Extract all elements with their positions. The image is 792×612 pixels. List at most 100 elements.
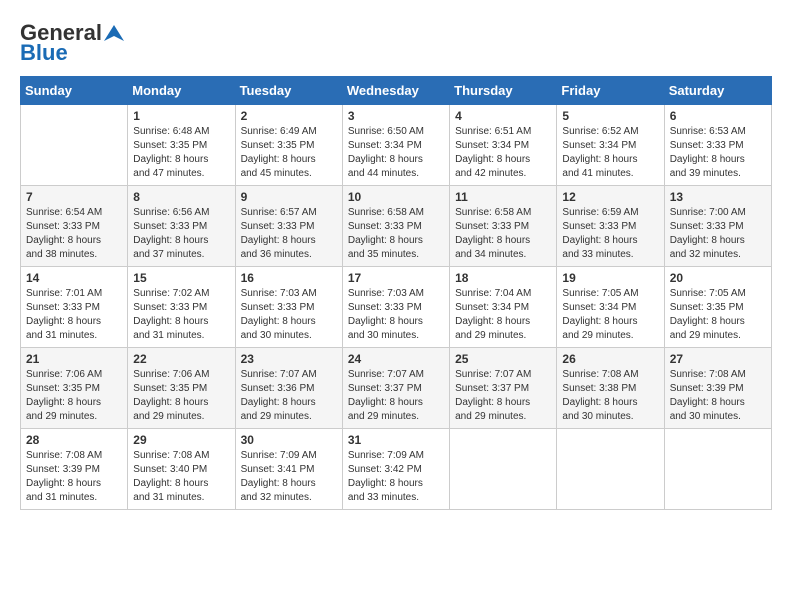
day-info: Sunrise: 7:03 AM Sunset: 3:33 PM Dayligh… [348,287,444,343]
day-info: Sunrise: 6:51 AM Sunset: 3:34 PM Dayligh… [455,125,551,181]
calendar-day-18: 18 Sunrise: 7:04 AM Sunset: 3:34 PM Dayli… [450,267,557,348]
day-number: 5 [562,109,658,123]
calendar-day-14: 14 Sunrise: 7:01 AM Sunset: 3:33 PM Dayli… [21,267,128,348]
day-number: 13 [670,190,766,204]
day-number: 16 [241,271,337,285]
calendar-day-24: 24Sunrise: 7:07 AM Sunset: 3:37 PM Dayli… [342,348,449,429]
day-number: 10 [348,190,444,204]
day-number: 27 [670,352,766,366]
day-info: Sunrise: 7:09 AM Sunset: 3:41 PM Dayligh… [241,449,337,505]
weekday-header-wednesday: Wednesday [342,77,449,105]
day-info: Sunrise: 7:05 AM Sunset: 3:35 PM Dayligh… [670,287,766,343]
calendar-day-1: 1 Sunrise: 6:48 AM Sunset: 3:35 PM Daylig… [128,105,235,186]
day-info: Sunrise: 7:08 AM Sunset: 3:39 PM Dayligh… [670,368,766,424]
day-info: Sunrise: 7:00 AM Sunset: 3:33 PM Dayligh… [670,206,766,262]
day-info: Sunrise: 7:09 AM Sunset: 3:42 PM Dayligh… [348,449,444,505]
calendar-day-23: 23 Sunrise: 7:07 AM Sunset: 3:36 PM Dayli… [235,348,342,429]
day-number: 1 [133,109,229,123]
calendar-day-2: 2 Sunrise: 6:49 AM Sunset: 3:35 PM Daylig… [235,105,342,186]
calendar-day-27: 27 Sunrise: 7:08 AM Sunset: 3:39 PM Dayli… [664,348,771,429]
weekday-header-saturday: Saturday [664,77,771,105]
calendar-header-row: SundayMondayTuesdayWednesdayThursdayFrid… [21,77,772,105]
day-info: Sunrise: 7:08 AM Sunset: 3:38 PM Dayligh… [562,368,658,424]
calendar-week-row: 14 Sunrise: 7:01 AM Sunset: 3:33 PM Dayli… [21,267,772,348]
day-number: 29 [133,433,229,447]
calendar-empty-cell [664,429,771,510]
page-header: General Blue [20,20,772,66]
weekday-header-monday: Monday [128,77,235,105]
day-info: Sunrise: 7:06 AM Sunset: 3:35 PM Dayligh… [26,368,122,424]
day-info: Sunrise: 7:06 AM Sunset: 3:35 PM Dayligh… [133,368,229,424]
day-number: 15 [133,271,229,285]
day-number: 14 [26,271,122,285]
day-info: Sunrise: 6:48 AM Sunset: 3:35 PM Dayligh… [133,125,229,181]
logo-blue-text: Blue [20,40,68,66]
calendar-day-30: 30 Sunrise: 7:09 AM Sunset: 3:41 PM Dayli… [235,429,342,510]
day-number: 23 [241,352,337,366]
day-info: Sunrise: 6:49 AM Sunset: 3:35 PM Dayligh… [241,125,337,181]
day-info: Sunrise: 7:07 AM Sunset: 3:36 PM Dayligh… [241,368,337,424]
calendar-day-22: 22Sunrise: 7:06 AM Sunset: 3:35 PM Dayli… [128,348,235,429]
day-info: Sunrise: 6:52 AM Sunset: 3:34 PM Dayligh… [562,125,658,181]
calendar-day-11: 11 Sunrise: 6:58 AM Sunset: 3:33 PM Dayli… [450,186,557,267]
day-number: 12 [562,190,658,204]
calendar-day-21: 21 Sunrise: 7:06 AM Sunset: 3:35 PM Dayli… [21,348,128,429]
calendar-day-28: 28Sunrise: 7:08 AM Sunset: 3:39 PM Dayli… [21,429,128,510]
day-info: Sunrise: 6:58 AM Sunset: 3:33 PM Dayligh… [348,206,444,262]
calendar-day-19: 19Sunrise: 7:05 AM Sunset: 3:34 PM Dayli… [557,267,664,348]
day-info: Sunrise: 7:02 AM Sunset: 3:33 PM Dayligh… [133,287,229,343]
calendar-day-6: 6Sunrise: 6:53 AM Sunset: 3:33 PM Daylig… [664,105,771,186]
day-number: 25 [455,352,551,366]
day-number: 30 [241,433,337,447]
day-info: Sunrise: 6:59 AM Sunset: 3:33 PM Dayligh… [562,206,658,262]
day-info: Sunrise: 7:01 AM Sunset: 3:33 PM Dayligh… [26,287,122,343]
calendar-table: SundayMondayTuesdayWednesdayThursdayFrid… [20,76,772,510]
calendar-day-7: 7Sunrise: 6:54 AM Sunset: 3:33 PM Daylig… [21,186,128,267]
logo-bird-icon [104,23,124,43]
day-number: 31 [348,433,444,447]
calendar-day-25: 25Sunrise: 7:07 AM Sunset: 3:37 PM Dayli… [450,348,557,429]
day-number: 3 [348,109,444,123]
day-number: 24 [348,352,444,366]
day-info: Sunrise: 7:03 AM Sunset: 3:33 PM Dayligh… [241,287,337,343]
calendar-week-row: 21 Sunrise: 7:06 AM Sunset: 3:35 PM Dayli… [21,348,772,429]
calendar-week-row: 28Sunrise: 7:08 AM Sunset: 3:39 PM Dayli… [21,429,772,510]
day-number: 26 [562,352,658,366]
weekday-header-thursday: Thursday [450,77,557,105]
logo: General Blue [20,20,124,66]
day-info: Sunrise: 6:54 AM Sunset: 3:33 PM Dayligh… [26,206,122,262]
day-info: Sunrise: 6:57 AM Sunset: 3:33 PM Dayligh… [241,206,337,262]
calendar-day-8: 8 Sunrise: 6:56 AM Sunset: 3:33 PM Daylig… [128,186,235,267]
day-info: Sunrise: 7:04 AM Sunset: 3:34 PM Dayligh… [455,287,551,343]
day-number: 6 [670,109,766,123]
day-info: Sunrise: 6:50 AM Sunset: 3:34 PM Dayligh… [348,125,444,181]
calendar-empty-cell [557,429,664,510]
calendar-day-16: 16 Sunrise: 7:03 AM Sunset: 3:33 PM Dayli… [235,267,342,348]
calendar-day-12: 12 Sunrise: 6:59 AM Sunset: 3:33 PM Dayli… [557,186,664,267]
weekday-header-friday: Friday [557,77,664,105]
day-number: 4 [455,109,551,123]
day-number: 28 [26,433,122,447]
calendar-day-31: 31 Sunrise: 7:09 AM Sunset: 3:42 PM Dayli… [342,429,449,510]
day-number: 8 [133,190,229,204]
calendar-empty-cell [450,429,557,510]
day-number: 18 [455,271,551,285]
weekday-header-sunday: Sunday [21,77,128,105]
calendar-week-row: 1 Sunrise: 6:48 AM Sunset: 3:35 PM Daylig… [21,105,772,186]
day-info: Sunrise: 6:58 AM Sunset: 3:33 PM Dayligh… [455,206,551,262]
calendar-week-row: 7Sunrise: 6:54 AM Sunset: 3:33 PM Daylig… [21,186,772,267]
day-number: 9 [241,190,337,204]
calendar-empty-cell [21,105,128,186]
calendar-day-20: 20 Sunrise: 7:05 AM Sunset: 3:35 PM Dayli… [664,267,771,348]
day-number: 21 [26,352,122,366]
calendar-day-3: 3 Sunrise: 6:50 AM Sunset: 3:34 PM Daylig… [342,105,449,186]
day-number: 20 [670,271,766,285]
day-number: 17 [348,271,444,285]
calendar-day-9: 9 Sunrise: 6:57 AM Sunset: 3:33 PM Daylig… [235,186,342,267]
day-number: 11 [455,190,551,204]
day-info: Sunrise: 6:56 AM Sunset: 3:33 PM Dayligh… [133,206,229,262]
day-number: 2 [241,109,337,123]
calendar-day-13: 13 Sunrise: 7:00 AM Sunset: 3:33 PM Dayli… [664,186,771,267]
weekday-header-tuesday: Tuesday [235,77,342,105]
day-info: Sunrise: 7:08 AM Sunset: 3:40 PM Dayligh… [133,449,229,505]
